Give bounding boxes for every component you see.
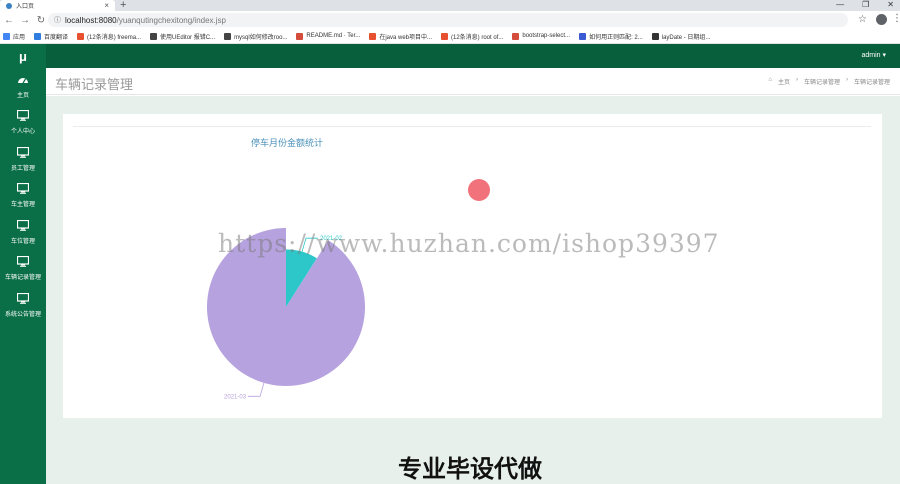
browser-tab[interactable]: 入口页 × [0,0,115,11]
bookmark-label: README.md · Ter... [306,33,361,39]
breadcrumb: ⌂ 主页 › 车辆记录管理 › 车辆记录管理 [768,77,890,86]
bookmark-label: 在java web项目中... [379,34,432,41]
breadcrumb-home[interactable]: 主页 [778,77,790,86]
window-close-icon[interactable]: ✕ [887,0,894,9]
bookmark-favicon-icon [512,32,520,40]
sidebar-item-label: 车主管理 [10,202,35,209]
bookmark-item[interactable]: 百度翻译 [34,32,68,41]
new-tab-icon[interactable]: + [120,0,126,11]
url-host: localhost:8080 [65,15,117,25]
tab-close-icon[interactable]: × [104,1,109,10]
breadcrumb-separator: › [795,77,798,83]
page-title: 车辆记录管理 [55,77,134,92]
sidebar-item-label: 主页 [16,92,29,99]
sidebar-item-label: 系统公告管理 [4,311,41,318]
bookmark-item[interactable]: (12条消息) root of... [441,32,503,41]
breadcrumb-current: 车辆记录管理 [853,80,890,86]
tab-favicon-icon [6,2,12,9]
monitor-icon [16,110,30,123]
bookmark-favicon-icon [651,32,659,40]
top-navbar: admin ▾ [46,44,900,68]
monitor-icon [16,146,30,160]
breadcrumb-section[interactable]: 车辆记录管理 [804,77,840,86]
bookmark-label: 使用UEditor 报错C... [160,34,216,41]
breadcrumb-separator: › [845,77,848,83]
sidebar-item[interactable]: 员工管理 [0,141,46,178]
pie-label-line [248,382,265,397]
bookmark-star-icon[interactable]: ☆ [858,14,867,25]
url-input[interactable]: ⓘ localhost:8080 /yuanqutingchexitong/in… [48,13,848,27]
bookmark-label: 应用 [13,34,26,41]
user-menu[interactable]: admin ▾ [861,51,886,59]
content-area: 停车月份金额统计 2021-02 2021-03 [46,96,900,484]
watermark-text: https://www.huzhan.com/ishop39397 [218,229,720,258]
sidebar-item[interactable]: 个人中心 [0,105,46,142]
window-controls: — ❐ ✕ [836,0,894,9]
pie-label: 2021-03 [224,394,247,400]
sidebar: μ 主页个人中心员工管理车主管理车位管理车辆记录管理 系统公告管理 [0,44,46,484]
sidebar-item-label: 车位管理 [10,238,35,245]
bookmark-label: 如何用正则匹配: 2... [589,34,643,41]
reload-icon[interactable]: ↻ [34,15,48,26]
minimize-icon[interactable]: — [836,0,844,9]
sidebar-item-label: 个人中心 [10,129,35,136]
bookmark-favicon-icon [441,32,448,40]
bookmark-item[interactable]: mysql如何修改roo... [224,32,287,41]
bookmark-label: layDate - 日期组... [661,34,711,41]
bookmark-label: mysql如何修改roo... [234,34,288,41]
promo-banner: 专业毕设代做 [398,456,542,483]
sidebar-item[interactable]: 主页 [0,68,46,105]
tab-title: 入口页 [16,4,35,10]
bookmark-item[interactable]: bootstrap-select... [512,32,571,40]
bookmark-favicon-icon [579,32,587,40]
bookmark-item[interactable]: 使用UEditor 报错C... [150,32,215,41]
sidebar-item[interactable]: 车辆记录管理 [0,251,46,288]
bookmark-item[interactable]: 如何用正则匹配: 2... [579,32,643,41]
profile-avatar[interactable] [876,14,887,25]
bookmark-favicon-icon [296,32,304,40]
bookmark-label: (12条消息) root of... [451,34,504,41]
bookmark-favicon-icon [150,32,158,40]
bookmark-label: 百度翻译 [44,34,69,41]
maximize-icon[interactable]: ❐ [862,0,869,9]
app-logo[interactable]: μ [0,44,46,68]
forward-icon[interactable]: → [18,15,32,26]
monitor-icon [16,292,30,306]
bookmark-item[interactable]: 在java web项目中... [369,32,432,41]
bookmark-favicon-icon [224,32,232,40]
bookmark-item[interactable]: 应用 [3,32,25,41]
browser-tab-strip: 入口页 × + — ❐ ✕ [0,0,900,11]
back-icon[interactable]: ← [2,15,16,26]
address-bar-row: ← → ↻ ⓘ localhost:8080 /yuanqutingchexit… [0,11,900,29]
home-icon: ⌂ [768,77,772,83]
bookmark-item[interactable]: layDate - 日期组... [651,32,711,41]
monitor-icon [16,219,30,233]
mouse-cursor-highlight [468,179,490,201]
pie-chart: 2021-022021-03 [207,228,366,400]
bookmarks-bar: 应用 百度翻译 (12条消息) freema... 使用UEditor 报错C... m… [0,29,900,44]
sidebar-item[interactable]: 系统公告管理 [0,287,46,324]
bookmark-item[interactable]: README.md · Ter... [296,32,361,40]
page-header: 车辆记录管理 ⌂ 主页 › 车辆记录管理 › 车辆记录管理 [46,68,900,95]
bookmark-label: bootstrap-select... [522,33,571,39]
apps-grid-icon [3,32,10,40]
url-path: /yuanqutingchexitong/index.jsp [116,15,227,25]
dashboard-icon [17,74,29,87]
bookmark-favicon-icon [34,32,42,40]
monitor-icon [16,183,30,196]
monitor-icon [16,256,30,269]
info-icon: ⓘ [54,17,61,24]
sidebar-item[interactable]: 车主管理 [0,178,46,215]
bookmark-item[interactable]: (12条消息) freema... [77,32,141,41]
sidebar-item-label: 车辆记录管理 [4,275,41,282]
bookmark-favicon-icon [77,32,85,40]
browser-menu-icon[interactable]: ⋮ [892,13,900,24]
sidebar-item[interactable]: 车位管理 [0,214,46,251]
sidebar-item-label: 员工管理 [10,165,35,172]
bookmark-favicon-icon [369,32,377,40]
chart-panel: 停车月份金额统计 2021-02 2021-03 [63,114,882,418]
bookmark-label: (12条消息) freema... [87,34,142,41]
